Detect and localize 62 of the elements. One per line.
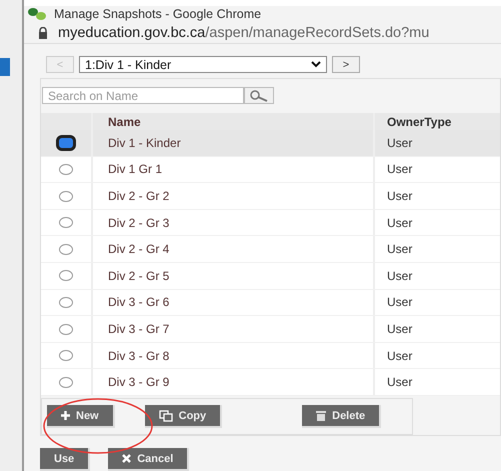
- table-cell: Div 2 - Gr 4: [108, 242, 170, 256]
- radio-button[interactable]: [56, 134, 76, 151]
- table-cell: User: [387, 216, 412, 230]
- lock-icon: [38, 26, 48, 39]
- snapshot-row[interactable]: Div 2 - Gr 4 User: [41, 236, 500, 264]
- next-button[interactable]: >: [332, 56, 360, 74]
- app-logo-icon: [28, 8, 46, 20]
- table-cell: Div 3 - Gr 6: [108, 295, 170, 310]
- radio-button[interactable]: [59, 217, 73, 228]
- snapshot-row[interactable]: Div 2 - Gr 2 User: [41, 183, 500, 210]
- snapshot-row[interactable]: Div 3 - Gr 8 User: [41, 342, 500, 370]
- snapshot-row[interactable]: Div 3 - Gr 7 User: [41, 316, 500, 343]
- copy-button[interactable]: Copy: [144, 405, 222, 428]
- table-cell: User: [387, 189, 412, 204]
- table-cell: Div 1 - Kinder: [108, 136, 181, 150]
- window-title: Manage Snapshots - Google Chrome: [54, 7, 262, 22]
- snapshot-row[interactable]: Div 1 Gr 1 User: [41, 156, 500, 184]
- radio-button[interactable]: [59, 376, 73, 388]
- table-cell: Div 1 Gr 1: [108, 162, 162, 176]
- chevron-down-icon: [311, 61, 321, 68]
- table-cell: User: [387, 295, 412, 310]
- search-icon: [249, 90, 269, 102]
- table-cell: User: [387, 348, 412, 363]
- search-button[interactable]: [244, 87, 274, 104]
- radio-button[interactable]: [59, 270, 73, 282]
- snapshot-row[interactable]: Div 3 - Gr 9 User: [41, 369, 500, 396]
- table-cell: Div 2 - Gr 5: [108, 268, 170, 283]
- radio-button[interactable]: [59, 296, 73, 308]
- trash-icon: [316, 410, 326, 421]
- snapshot-row[interactable]: Div 1 - Kinder User: [41, 130, 500, 157]
- close-icon: [122, 454, 132, 463]
- table-cell: Div 2 - Gr 3: [108, 216, 170, 230]
- table-cell: User: [387, 268, 412, 283]
- table-cell: Div 3 - Gr 8: [108, 348, 170, 363]
- table-cell: User: [387, 162, 412, 176]
- radio-button[interactable]: [59, 164, 73, 175]
- radio-button[interactable]: [59, 244, 73, 255]
- search-field[interactable]: Search on Name: [42, 87, 244, 104]
- snapshot-row[interactable]: Div 2 - Gr 3 User: [41, 210, 500, 236]
- column-header: OwnerType: [386, 114, 452, 130]
- table-cell: User: [387, 242, 412, 256]
- table-cell: Div 2 - Gr 2: [108, 189, 170, 204]
- table-cell: User: [387, 136, 412, 150]
- snapshot-row[interactable]: Div 3 - Gr 6 User: [41, 290, 500, 316]
- delete-button[interactable]: Delete: [302, 405, 382, 428]
- window-edge: [0, 58, 10, 76]
- address-bar[interactable]: myeducation.gov.bc.ca/aspen/manageRecordSets.do?mu: [24, 22, 501, 44]
- radio-button[interactable]: [59, 350, 73, 362]
- cancel-button[interactable]: Cancel: [108, 448, 190, 471]
- page-url: myeducation.gov.bc.ca/aspen/manageRecordSets.do?mu: [58, 24, 430, 41]
- table-cell: User: [387, 375, 412, 390]
- table-cell: Div 3 - Gr 9: [108, 375, 170, 390]
- copy-icon: [158, 410, 173, 422]
- use-button[interactable]: Use: [40, 448, 90, 471]
- table-cell: User: [387, 322, 412, 336]
- table-cell: Div 3 - Gr 7: [108, 322, 170, 336]
- plus-icon: [61, 411, 70, 420]
- snapshot-dropdown[interactable]: 1:Div 1 - Kinder: [79, 56, 327, 74]
- new-button[interactable]: New: [47, 405, 115, 428]
- snapshot-row[interactable]: Div 2 - Gr 5 User: [41, 263, 500, 290]
- radio-button[interactable]: [59, 190, 73, 202]
- radio-button[interactable]: [59, 324, 73, 335]
